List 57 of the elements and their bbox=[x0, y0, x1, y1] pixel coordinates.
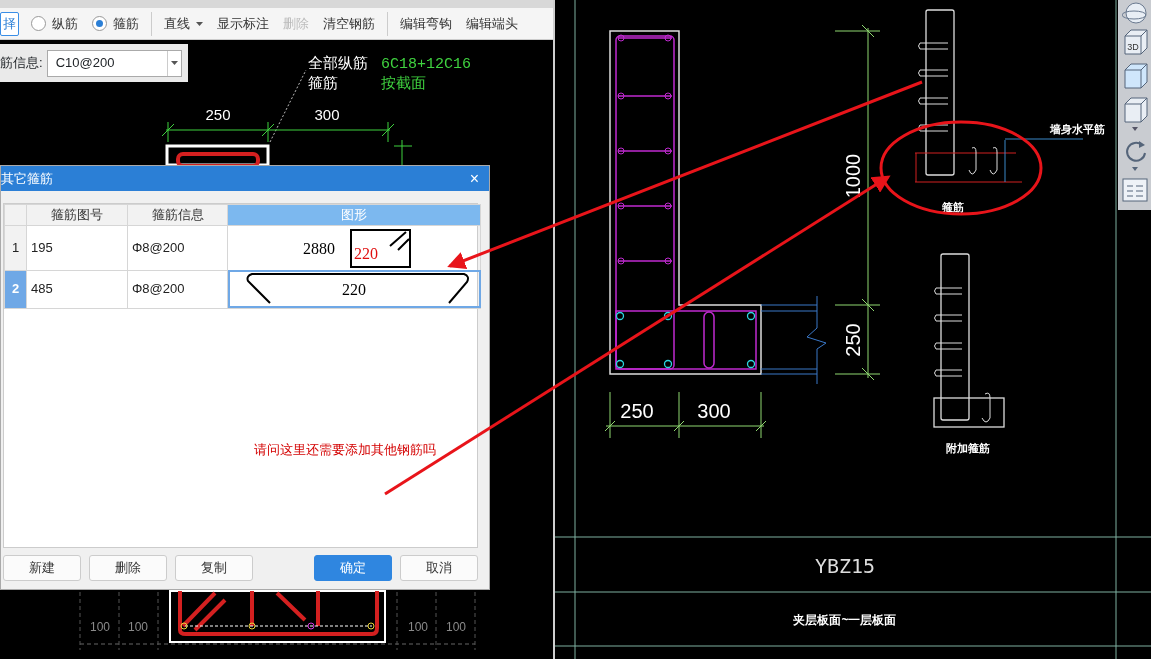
caret-icon bbox=[196, 22, 203, 27]
radio-option[interactable]: 箍筋 bbox=[90, 13, 141, 34]
table-cell: 195 bbox=[26, 225, 128, 270]
column-header[interactable]: 箍筋信息 bbox=[127, 204, 228, 225]
shape-width: 220 bbox=[342, 281, 366, 298]
tool-button[interactable]: 择 bbox=[0, 11, 19, 36]
dimension-text: 100 bbox=[90, 620, 110, 634]
dimension-text: 1000 bbox=[842, 153, 864, 199]
radio-label: 箍筋 bbox=[113, 14, 139, 33]
row-number[interactable]: 1 bbox=[4, 225, 27, 270]
dialog-button[interactable]: 删除 bbox=[89, 555, 167, 581]
grid-icon[interactable] bbox=[1121, 178, 1148, 202]
dimension-text: 250 bbox=[205, 106, 231, 123]
dialog-button[interactable]: 复制 bbox=[175, 555, 253, 581]
toolbar-button[interactable]: 编辑端头 bbox=[464, 12, 520, 35]
radio-label: 纵筋 bbox=[52, 14, 78, 33]
dialog-button[interactable]: 确定 bbox=[314, 555, 392, 581]
sphere-icon[interactable] bbox=[1121, 2, 1148, 24]
table-cell: Φ8@200 bbox=[127, 225, 228, 270]
annotation-label: 箍筋 bbox=[308, 76, 338, 93]
annotation-value: 按截面 bbox=[381, 76, 426, 93]
question-text: 请问这里还需要添加其他钢筋吗 bbox=[254, 441, 436, 459]
dimension-text: 100 bbox=[408, 620, 428, 634]
dimension-text: 300 bbox=[314, 106, 340, 123]
table-cell: 485 bbox=[26, 270, 128, 308]
shape-width: 220 bbox=[354, 245, 378, 262]
shape-length: 2880 bbox=[303, 240, 335, 257]
radio-button[interactable] bbox=[92, 16, 107, 31]
detail-label: 墙身水平筋 bbox=[1050, 123, 1105, 135]
toolbar-button[interactable]: 显示标注 bbox=[215, 12, 271, 35]
detail-label: 箍筋 bbox=[942, 201, 964, 213]
view-3d-label: 3D bbox=[1126, 42, 1139, 52]
dialog-button[interactable]: 新建 bbox=[3, 555, 81, 581]
annotation-label: 全部纵筋 bbox=[308, 56, 368, 73]
dimension-text: 100 bbox=[446, 620, 466, 634]
dimension-text: 250 bbox=[620, 400, 654, 422]
caret-icon bbox=[170, 61, 178, 65]
drawing-title: YBZ15 bbox=[814, 554, 876, 578]
toolbar-button[interactable]: 清空钢筋 bbox=[321, 12, 377, 35]
radio-option[interactable]: 纵筋 bbox=[29, 13, 80, 34]
line-dropdown[interactable]: 直线 bbox=[162, 12, 205, 35]
radio-button[interactable] bbox=[31, 16, 46, 31]
column-header[interactable]: 箍筋图号 bbox=[26, 204, 128, 225]
toolbar-button[interactable]: 编辑弯钩 bbox=[398, 12, 454, 35]
table-cell: Φ8@200 bbox=[127, 270, 228, 308]
dimension-text: 300 bbox=[697, 400, 731, 422]
rebar-info-dropdown[interactable]: C10@200 bbox=[46, 49, 182, 77]
drawing-subtitle: 夹层板面~一层板面 bbox=[793, 613, 897, 627]
dialog-title: 其它箍筋 bbox=[1, 169, 53, 188]
field-label: 筋信息: bbox=[0, 54, 43, 73]
dimension-text: 250 bbox=[842, 323, 864, 357]
stirrup-shape-drawing bbox=[350, 229, 411, 268]
dimension-text: 100 bbox=[128, 620, 148, 634]
dialog-button[interactable]: 取消 bbox=[400, 555, 478, 581]
close-button[interactable]: × bbox=[465, 168, 483, 189]
detail-label: 附加箍筋 bbox=[946, 442, 990, 454]
annotation-value: 6C18+12C16 bbox=[381, 56, 471, 73]
